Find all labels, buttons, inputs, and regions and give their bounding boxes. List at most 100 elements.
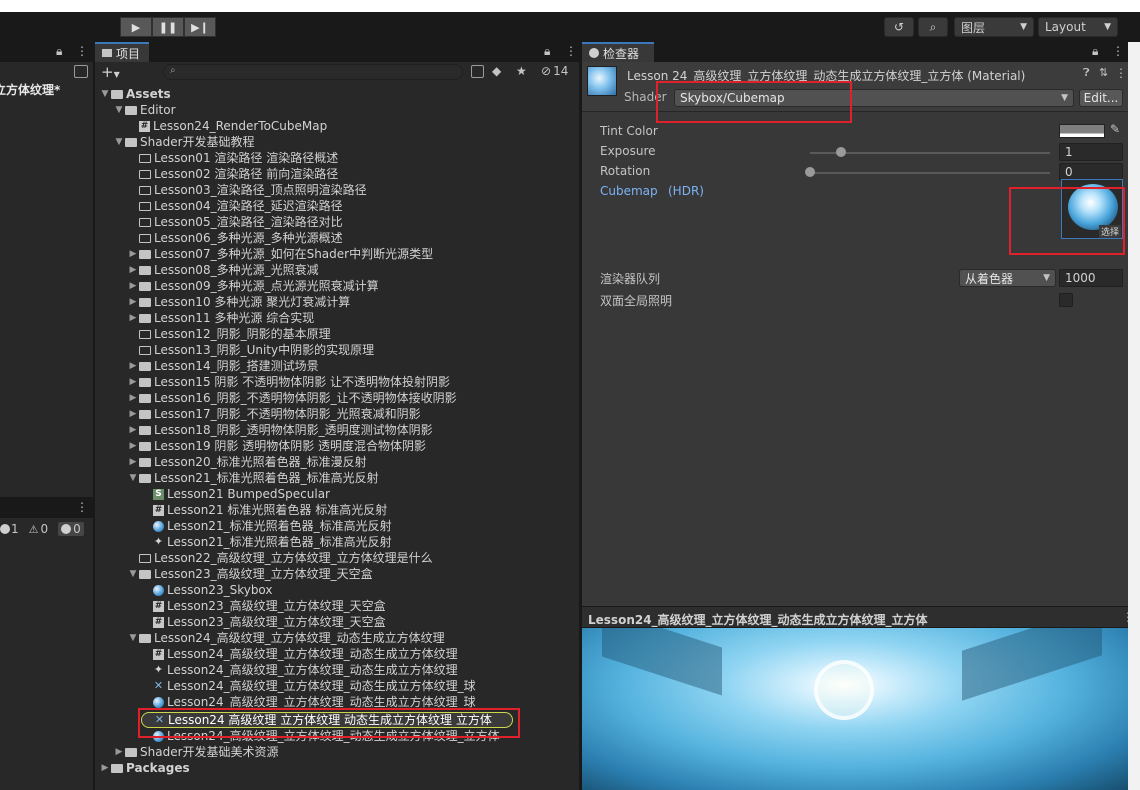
render-queue-input[interactable]: 1000 (1059, 269, 1123, 287)
collapse-arrow-icon[interactable]: ▶ (99, 760, 111, 776)
tab-project[interactable]: 项目 (95, 42, 149, 62)
collapse-arrow-icon[interactable]: ▶ (127, 454, 139, 470)
warn-counter[interactable]: ⚠ 0 (29, 522, 49, 536)
collapse-arrow-icon[interactable]: ▶ (127, 294, 139, 310)
eyedropper-icon[interactable]: ✎ (1110, 122, 1120, 136)
tree-item[interactable]: Lesson22_高级纹理_立方体纹理_立方体纹理是什么 (99, 550, 579, 566)
layers-dropdown[interactable]: 图层 ▼ (954, 17, 1034, 37)
collapse-arrow-icon[interactable]: ▶ (127, 422, 139, 438)
tree-item[interactable]: ▶ Lesson16_阴影_不透明物体阴影_让不透明物体接收阴影 (99, 390, 579, 406)
tree-item[interactable]: # Lesson21 标准光照着色器 标准高光反射 (99, 502, 579, 518)
edit-shader-button[interactable]: Edit... (1079, 89, 1123, 107)
tree-item[interactable]: ✦ Lesson21_标准光照着色器_标准高光反射 (99, 534, 579, 550)
collapse-arrow-icon[interactable]: ▶ (127, 262, 139, 278)
expand-arrow-icon[interactable]: ▼ (127, 566, 139, 582)
tree-item[interactable]: ✦ Lesson24_高级纹理_立方体纹理_动态生成立方体纹理 (99, 662, 579, 678)
tree-item[interactable]: ▼ Shader开发基础教程 (99, 134, 579, 150)
tree-item[interactable]: ▶ Lesson14_阴影_搭建测试场景 (99, 358, 579, 374)
history-button[interactable]: ↺ (884, 17, 914, 37)
tree-item[interactable]: ▶ Lesson07_多种光源_如何在Shader中判断光源类型 (99, 246, 579, 262)
tree-item[interactable]: # Lesson23_高级纹理_立方体纹理_天空盒 (99, 614, 579, 630)
tree-item[interactable]: Lesson21_标准光照着色器_标准高光反射 (99, 518, 579, 534)
project-search-input[interactable]: ⌕ (163, 64, 463, 80)
lock-icon[interactable]: 🔒︎ (1092, 44, 1098, 59)
more-menu-icon[interactable]: ⋮ (565, 44, 577, 58)
exposure-input[interactable]: 1 (1059, 143, 1123, 161)
collapse-arrow-icon[interactable]: ▶ (127, 310, 139, 326)
tree-item[interactable]: ▼ Editor (99, 102, 579, 118)
tree-item[interactable]: ▼ Assets (99, 86, 579, 102)
expand-arrow-icon[interactable]: ▼ (113, 102, 125, 118)
tab-inspector[interactable]: 检查器 (582, 42, 654, 62)
expand-arrow-icon[interactable]: ▼ (113, 134, 125, 150)
collapse-arrow-icon[interactable]: ▶ (113, 744, 125, 760)
preset-icon[interactable]: ⇅ (1099, 66, 1108, 79)
tree-item[interactable]: ▼ Lesson21_标准光照着色器_标准高光反射 (99, 470, 579, 486)
tree-item[interactable]: ▶ Lesson11 多种光源 综合实现 (99, 310, 579, 326)
tree-item[interactable]: Lesson01 渲染路径 渲染路径概述 (99, 150, 579, 166)
tree-item[interactable]: ▶ Lesson08_多种光源_光照衰减 (99, 262, 579, 278)
tree-item[interactable]: Lesson23_Skybox (99, 582, 579, 598)
tree-item[interactable]: ▼ Lesson23_高级纹理_立方体纹理_天空盒 (99, 566, 579, 582)
tree-item[interactable]: ▶ Packages (99, 760, 579, 776)
collapse-arrow-icon[interactable]: ▶ (127, 358, 139, 374)
expand-arrow-icon[interactable]: ▼ (127, 630, 139, 646)
tree-item[interactable]: ▶ Lesson19 阴影 透明物体阴影 透明度混合物体阴影 (99, 438, 579, 454)
more-menu-icon[interactable]: ⋮ (1112, 44, 1124, 58)
create-button[interactable]: +▼ (101, 63, 120, 81)
info-counter[interactable]: 1 (0, 522, 19, 536)
collapse-arrow-icon[interactable]: ▶ (127, 406, 139, 422)
tint-color-swatch[interactable] (1059, 124, 1105, 138)
layout-dropdown[interactable]: Layout ▼ (1038, 17, 1118, 37)
tree-item[interactable]: S Lesson21 BumpedSpecular (99, 486, 579, 502)
scene-filter-icon[interactable] (74, 65, 88, 78)
more-menu-icon[interactable]: ⋮ (76, 44, 88, 58)
lock-icon[interactable]: 🔒︎ (56, 44, 62, 59)
tree-item[interactable]: Lesson06_多种光源_多种光源概述 (99, 230, 579, 246)
tree-item[interactable]: ▶ Lesson18_阴影_透明物体阴影_透明度测试物体阴影 (99, 422, 579, 438)
double-sided-gi-checkbox[interactable] (1059, 293, 1073, 307)
exposure-slider-track[interactable] (810, 152, 1050, 154)
tree-item[interactable]: ▶ Lesson10 多种光源 聚光灯衰减计算 (99, 294, 579, 310)
search-by-label-icon[interactable]: ◆ (492, 64, 501, 78)
hierarchy-selected-item[interactable]: 立方体纹理* (0, 82, 93, 98)
tree-item[interactable]: ▶ Lesson20_标准光照着色器_标准漫反射 (99, 454, 579, 470)
expand-arrow-icon[interactable]: ▼ (127, 470, 139, 486)
skybox-preview-image[interactable] (582, 628, 1128, 790)
tree-item[interactable]: # Lesson24_RenderToCubeMap (99, 118, 579, 134)
tree-item[interactable]: ✕ Lesson24 高级纹理 立方体纹理 动态生成立方体纹理 立方体 (138, 708, 520, 738)
tree-item[interactable]: Lesson05_渲染路径_渲染路径对比 (99, 214, 579, 230)
search-by-type-icon[interactable] (471, 65, 484, 78)
error-counter[interactable]: 0 (58, 522, 84, 536)
tree-item[interactable]: ▶ Lesson09_多种光源_点光源光照衰减计算 (99, 278, 579, 294)
collapse-arrow-icon[interactable]: ▶ (127, 278, 139, 294)
collapse-arrow-icon[interactable]: ▶ (127, 438, 139, 454)
search-button[interactable]: ⌕ (918, 17, 948, 37)
collapse-arrow-icon[interactable]: ▶ (127, 390, 139, 406)
tree-item[interactable]: ▼ Lesson24_高级纹理_立方体纹理_动态生成立方体纹理 (99, 630, 579, 646)
tree-item[interactable]: Lesson12_阴影_阴影的基本原理 (99, 326, 579, 342)
render-queue-dropdown[interactable]: 从着色器 ▼ (959, 269, 1056, 287)
pause-button[interactable]: ❚❚ (152, 17, 184, 37)
more-menu-icon[interactable]: ⋮ (1115, 66, 1127, 80)
rotation-slider-track[interactable] (810, 172, 1050, 174)
tree-item[interactable]: Lesson02 渲染路径 前向渲染路径 (99, 166, 579, 182)
tree-item[interactable]: Lesson03_渲染路径_顶点照明渲染路径 (99, 182, 579, 198)
rotation-slider-knob[interactable] (805, 167, 815, 177)
expand-arrow-icon[interactable]: ▼ (99, 86, 111, 102)
collapse-arrow-icon[interactable]: ▶ (127, 374, 139, 390)
step-button[interactable]: ▶❙ (184, 17, 216, 37)
tree-item[interactable]: # Lesson23_高级纹理_立方体纹理_天空盒 (99, 598, 579, 614)
tree-item[interactable]: # Lesson24_高级纹理_立方体纹理_动态生成立方体纹理 (99, 646, 579, 662)
tree-item[interactable]: ✕ Lesson24_高级纹理_立方体纹理_动态生成立方体纹理_球 (99, 678, 579, 694)
lock-icon[interactable]: 🔒︎ (544, 44, 550, 59)
favorite-icon[interactable]: ★ (516, 64, 527, 78)
exposure-slider-knob[interactable] (836, 147, 847, 157)
tree-item[interactable]: ▶ Lesson15 阴影 不透明物体阴影 让不透明物体投射阴影 (99, 374, 579, 390)
play-button[interactable]: ▶ (120, 17, 152, 37)
tree-item[interactable]: ▶ Shader开发基础美术资源 (99, 744, 579, 760)
more-menu-icon[interactable]: ⋮ (76, 500, 88, 514)
tree-item[interactable]: Lesson04_渲染路径_延迟渲染路径 (99, 198, 579, 214)
hidden-packages-toggle[interactable]: ⊘ 14 (541, 64, 568, 78)
tree-item[interactable]: Lesson13_阴影_Unity中阴影的实现原理 (99, 342, 579, 358)
